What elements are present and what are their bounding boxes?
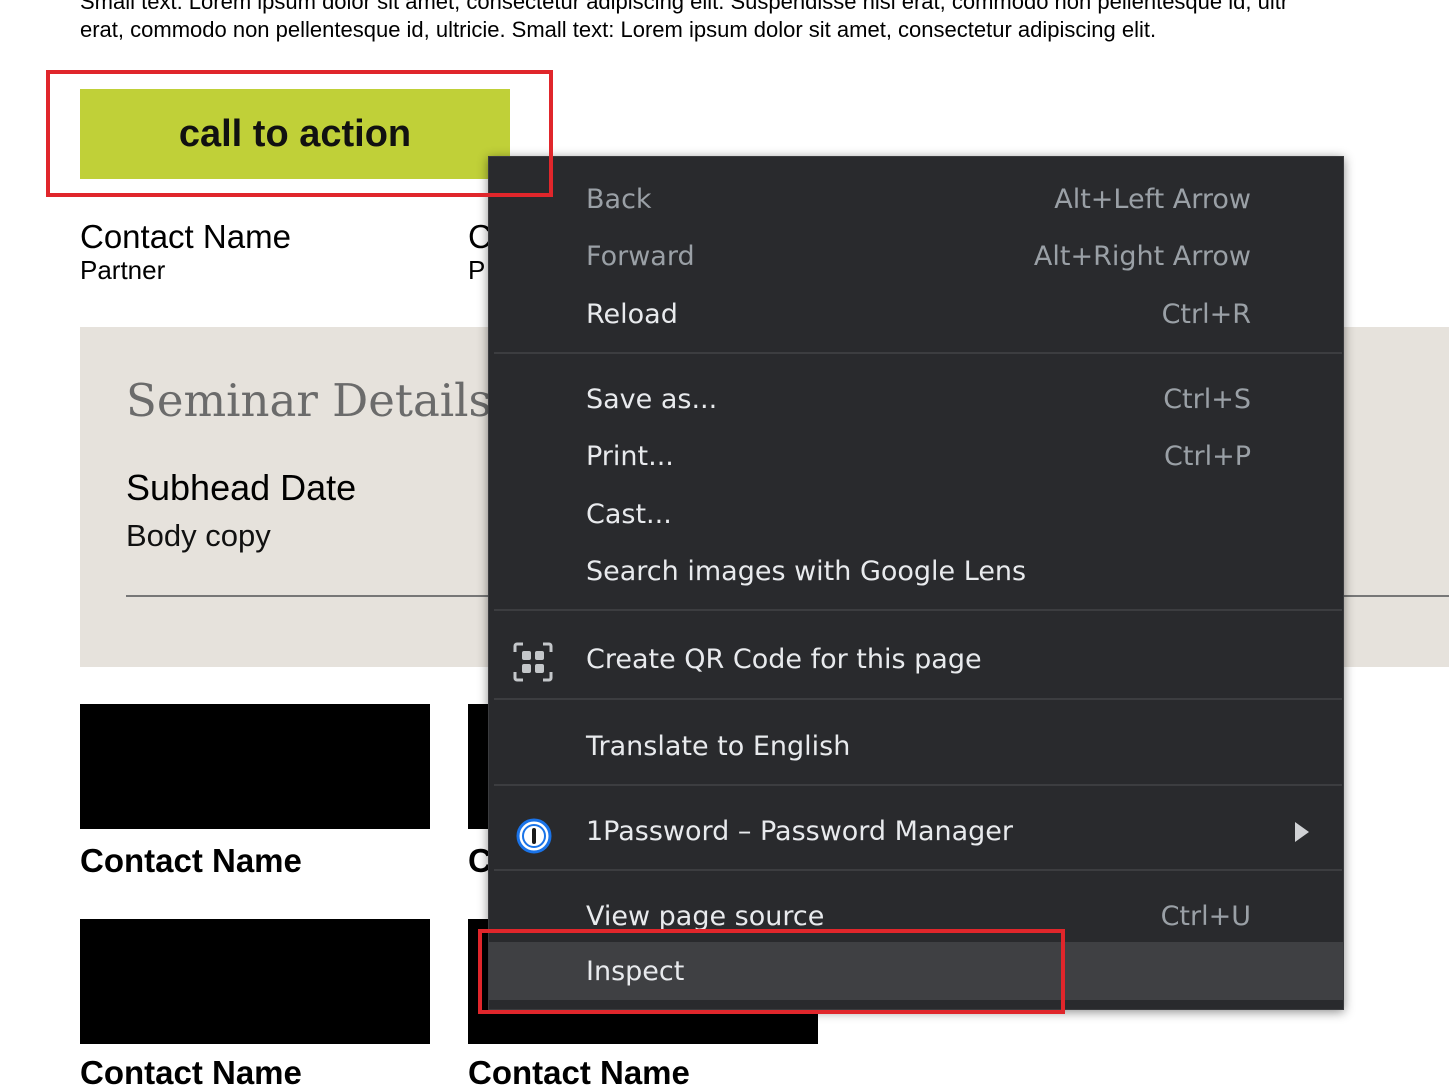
annotation-box-inspect xyxy=(478,929,1065,1014)
card-contact-name: Contact Name xyxy=(80,842,302,879)
menu-separator xyxy=(494,869,1342,871)
menu-item-save-as[interactable]: Save as... Ctrl+S xyxy=(489,372,1343,428)
menu-item-translate[interactable]: Translate to English xyxy=(489,719,1343,775)
menu-item-label: Cast... xyxy=(586,499,672,530)
contact-name: Contact Name xyxy=(80,218,291,255)
menu-separator xyxy=(494,609,1342,611)
menu-item-label: Forward xyxy=(586,241,695,272)
seminar-subhead: Subhead Date xyxy=(126,467,357,508)
menu-item-forward[interactable]: Forward Alt+Right Arrow xyxy=(489,229,1343,285)
menu-item-label: Print... xyxy=(586,441,674,472)
1password-icon xyxy=(516,818,552,854)
menu-item-label: View page source xyxy=(586,901,825,932)
menu-item-label: Search images with Google Lens xyxy=(586,556,1027,587)
menu-separator xyxy=(494,698,1342,700)
menu-item-label: Create QR Code for this page xyxy=(586,644,982,675)
contact-image xyxy=(80,919,430,1044)
menu-item-cast[interactable]: Cast... xyxy=(489,487,1343,543)
menu-separator xyxy=(494,784,1342,786)
submenu-arrow-icon xyxy=(1295,822,1309,842)
menu-item-label: Reload xyxy=(586,299,678,330)
small-text-line-1: Small text: Lorem ipsum dolor sit amet, … xyxy=(80,0,1289,14)
menu-separator xyxy=(494,352,1342,354)
card-contact-name: Contact Name xyxy=(80,1054,302,1091)
menu-item-label: 1Password – Password Manager xyxy=(586,816,1014,847)
menu-item-label: Translate to English xyxy=(586,731,851,762)
contact-block-1: Contact Name Partner xyxy=(80,218,291,286)
menu-item-print[interactable]: Print... Ctrl+P xyxy=(489,429,1343,485)
contact-image xyxy=(80,704,430,829)
menu-item-create-qr-code[interactable]: Create QR Code for this page xyxy=(489,632,1343,688)
menu-item-shortcut: Ctrl+R xyxy=(1161,299,1251,330)
small-text-paragraph: Small text: Lorem ipsum dolor sit amet, … xyxy=(80,0,1449,44)
seminar-title: Seminar Details xyxy=(126,374,492,427)
menu-item-shortcut: Ctrl+P xyxy=(1164,441,1251,472)
menu-item-google-lens[interactable]: Search images with Google Lens xyxy=(489,544,1343,600)
menu-item-back[interactable]: Back Alt+Left Arrow xyxy=(489,172,1343,228)
menu-item-shortcut: Ctrl+U xyxy=(1160,901,1251,932)
menu-item-shortcut: Ctrl+S xyxy=(1163,384,1251,415)
small-text-line-2: erat, commodo non pellentesque id, ultri… xyxy=(80,17,1157,42)
contact-role: Partner xyxy=(80,255,166,285)
menu-item-label: Back xyxy=(586,184,652,215)
context-menu: Back Alt+Left Arrow Forward Alt+Right Ar… xyxy=(488,156,1344,1010)
card-contact-name: Contact Name xyxy=(468,1054,690,1091)
menu-item-label: Save as... xyxy=(586,384,718,415)
seminar-body: Body copy xyxy=(126,518,271,553)
annotation-box-cta xyxy=(46,70,553,197)
menu-item-1password[interactable]: 1Password – Password Manager xyxy=(489,804,1343,860)
menu-item-shortcut: Alt+Right Arrow xyxy=(1033,241,1251,272)
menu-item-reload[interactable]: Reload Ctrl+R xyxy=(489,287,1343,343)
qr-code-icon xyxy=(513,642,553,682)
menu-item-shortcut: Alt+Left Arrow xyxy=(1054,184,1251,215)
